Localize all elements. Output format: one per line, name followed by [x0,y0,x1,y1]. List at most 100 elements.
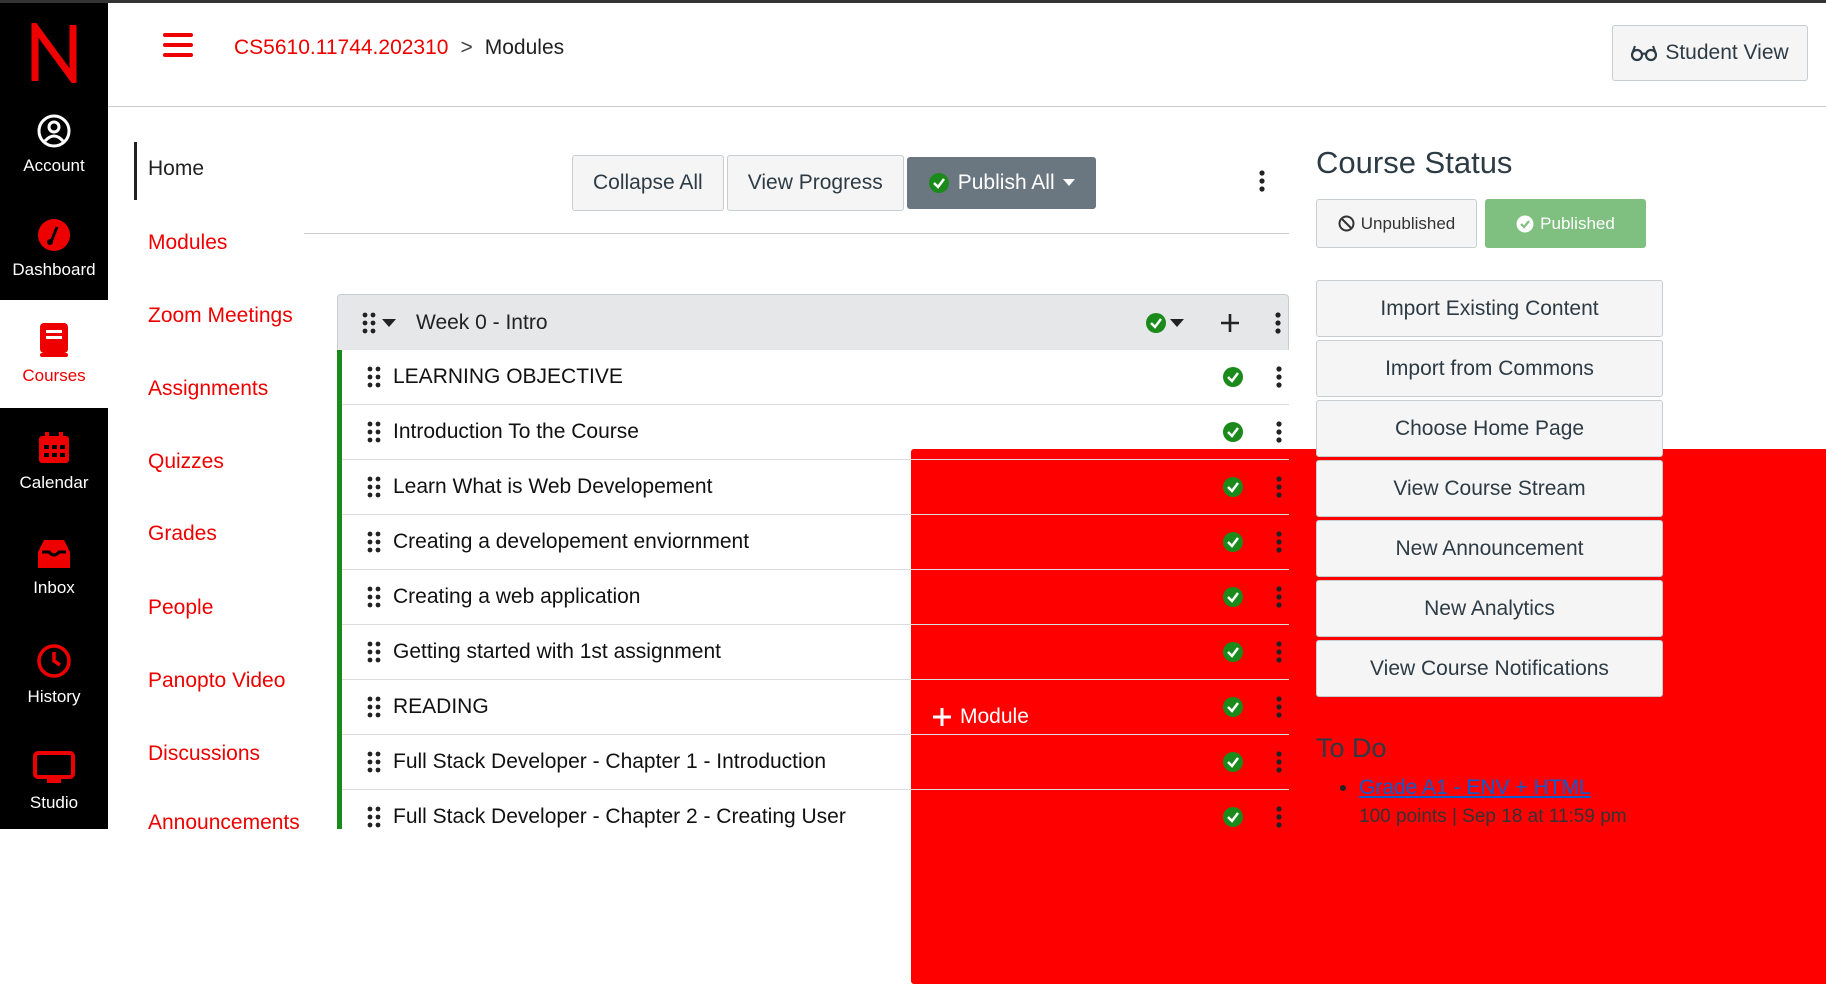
new-analytics-button[interactable]: New Analytics [1316,580,1663,637]
item-kebab-icon[interactable] [1276,421,1282,443]
drag-handle-icon[interactable] [367,751,381,773]
course-nav-home[interactable]: Home [148,157,204,181]
view-course-stream-button[interactable]: View Course Stream [1316,460,1663,517]
published-check-icon[interactable] [1222,586,1244,608]
module-item-title[interactable]: Creating a developement enviornment [393,530,749,554]
drag-handle-icon[interactable] [367,641,381,663]
choose-home-page-button[interactable]: Choose Home Page [1316,400,1663,457]
global-nav-calendar[interactable]: Calendar [0,408,108,516]
breadcrumb-course-link[interactable]: CS5610.11744.202310 [234,36,448,60]
module-item[interactable]: READING [342,680,1289,735]
module-item-title[interactable]: Learn What is Web Developement [393,475,712,499]
published-button[interactable]: Published [1485,199,1646,248]
breadcrumb-separator: > [460,36,473,59]
published-check-icon[interactable] [1222,806,1244,828]
unpublished-button[interactable]: Unpublished [1316,199,1477,248]
view-course-notifications-button[interactable]: View Course Notifications [1316,640,1663,697]
published-check-icon[interactable] [1222,531,1244,553]
hamburger-bar [163,53,193,57]
drag-handle-icon[interactable] [367,531,381,553]
module-header[interactable]: Week 0 - Intro [337,294,1289,350]
global-nav-studio[interactable]: Studio [0,728,108,836]
module-item[interactable]: Learn What is Web Developement [342,460,1289,515]
item-kebab-icon[interactable] [1276,641,1282,663]
module-item-title[interactable]: Getting started with 1st assignment [393,640,721,664]
item-kebab-icon[interactable] [1276,586,1282,608]
module-item[interactable]: Full Stack Developer - Chapter 1 - Intro… [342,735,1289,790]
published-check-icon[interactable] [1222,696,1244,718]
course-nav-zoom-meetings[interactable]: Zoom Meetings [148,304,293,328]
module-item[interactable]: Creating a developement enviornment [342,515,1289,570]
published-check-icon[interactable] [1222,641,1244,663]
module-kebab-icon[interactable] [1275,312,1281,334]
module-item[interactable]: Introduction To the Course [342,405,1289,460]
block-icon [1338,215,1355,232]
todo-item-link[interactable]: Grade A1 - ENV + HTML [1359,776,1591,799]
drag-handle-icon[interactable] [367,806,381,828]
add-item-icon[interactable] [1219,312,1241,334]
todo-item: Grade A1 - ENV + HTML 100 points | Sep 1… [1359,776,1627,828]
toolbar-more-button[interactable] [1259,170,1265,197]
module-item-title[interactable]: READING [393,695,489,719]
global-nav-label: History [27,687,81,706]
item-kebab-icon[interactable] [1276,696,1282,718]
course-nav-discussions[interactable]: Discussions [148,742,260,766]
published-check-icon[interactable] [1222,476,1244,498]
drag-handle-icon[interactable] [367,421,381,443]
item-kebab-icon[interactable] [1276,366,1282,388]
action-label: Import Existing Content [1380,296,1599,320]
new-announcement-button[interactable]: New Announcement [1316,520,1663,577]
global-nav-history[interactable]: History [0,621,108,729]
published-check-icon[interactable] [1222,366,1244,388]
module-item-title[interactable]: LEARNING OBJECTIVE [393,365,623,389]
course-nav-quizzes[interactable]: Quizzes [148,450,224,474]
collapse-caret-icon[interactable] [382,319,396,328]
view-progress-button[interactable]: View Progress [726,155,904,211]
course-nav-people[interactable]: People [148,596,213,620]
global-nav-courses[interactable]: Courses [0,300,108,408]
drag-handle-icon[interactable] [362,312,376,334]
item-kebab-icon[interactable] [1276,751,1282,773]
publish-caret-icon[interactable] [1170,319,1184,328]
import-existing-content-button[interactable]: Import Existing Content [1316,280,1663,337]
course-nav-grades[interactable]: Grades [148,522,217,546]
item-kebab-icon[interactable] [1276,476,1282,498]
module-item[interactable]: Creating a web application [342,570,1289,625]
global-nav-dashboard[interactable]: Dashboard [0,195,108,303]
drag-handle-icon[interactable] [367,696,381,718]
course-nav-announcements[interactable]: Announcements [148,811,300,835]
global-nav-account[interactable]: Account [0,91,108,199]
course-nav-assignments[interactable]: Assignments [148,377,268,401]
publish-all-label: Publish All [957,171,1055,194]
global-nav-label: Calendar [19,473,89,492]
student-view-button[interactable]: Student View [1612,25,1808,81]
drag-handle-icon[interactable] [367,476,381,498]
module-item-title[interactable]: Full Stack Developer - Chapter 1 - Intro… [393,750,826,774]
drag-handle-icon[interactable] [367,366,381,388]
module-item[interactable]: Full Stack Developer - Chapter 2 - Creat… [342,790,1289,829]
course-nav-modules[interactable]: Modules [148,231,227,255]
northeastern-logo[interactable] [0,3,108,103]
item-kebab-icon[interactable] [1276,806,1282,828]
module-item[interactable]: LEARNING OBJECTIVE [342,350,1289,405]
global-nav: Account Dashboard Courses Calendar Inbox… [0,3,108,829]
published-check-icon[interactable] [1222,421,1244,443]
inbox-icon [38,540,70,568]
global-nav-inbox[interactable]: Inbox [0,514,108,622]
module-item-title[interactable]: Introduction To the Course [393,420,639,444]
action-label: View Course Notifications [1370,656,1609,680]
item-kebab-icon[interactable] [1276,531,1282,553]
drag-handle-icon[interactable] [367,586,381,608]
dashboard-icon [38,219,70,251]
collapse-all-button[interactable]: Collapse All [572,155,724,211]
published-check-icon[interactable] [1222,751,1244,773]
module-item-title[interactable]: Creating a web application [393,585,641,609]
module-item[interactable]: Getting started with 1st assignment [342,625,1289,680]
publish-all-button[interactable]: Publish All [906,157,1096,209]
module-items: LEARNING OBJECTIVE Introduction To the C… [337,350,1289,829]
import-from-commons-button[interactable]: Import from Commons [1316,340,1663,397]
module-item-title[interactable]: Full Stack Developer - Chapter 2 - Creat… [393,805,846,829]
course-menu-toggle[interactable] [163,33,193,61]
course-nav-panopto-video[interactable]: Panopto Video [148,669,285,693]
module-published-icon[interactable] [1145,312,1167,334]
